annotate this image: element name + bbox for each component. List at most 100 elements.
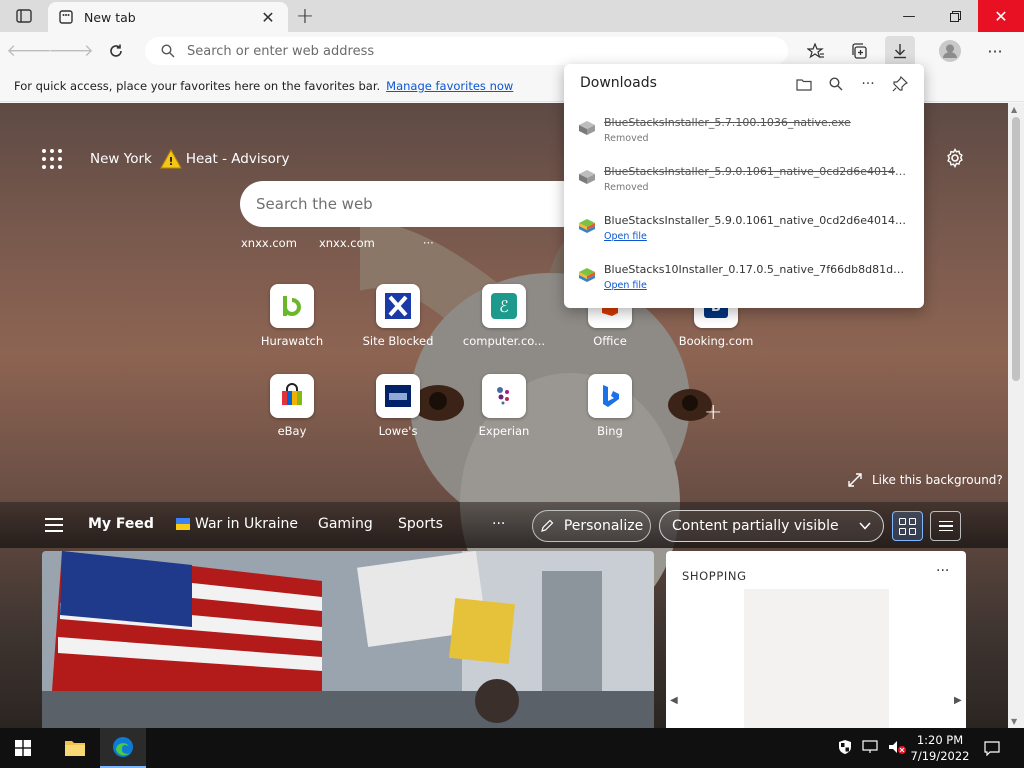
feed-menu-button[interactable] — [45, 518, 63, 532]
weather-location: New York — [90, 151, 152, 167]
carousel-next-button[interactable]: ▶ — [954, 695, 962, 706]
page-scrollbar[interactable]: ▲ ▼ — [1008, 103, 1024, 728]
scroll-up-arrow[interactable]: ▲ — [1011, 105, 1017, 114]
shopping-more-button[interactable]: ··· — [936, 563, 949, 579]
quick-links-more-button[interactable]: ··· — [423, 236, 434, 250]
apps-launcher-button[interactable] — [40, 147, 64, 171]
settings-and-more-button[interactable]: ··· — [980, 36, 1010, 66]
feed-tab-my-feed[interactable]: My Feed — [88, 516, 154, 532]
profile-button[interactable] — [935, 36, 965, 66]
svg-text:ℰ: ℰ — [499, 297, 509, 316]
file-explorer-button[interactable] — [52, 728, 98, 768]
favorites-button[interactable] — [801, 36, 831, 66]
top-site-tile-hurawatch[interactable]: Hurawatch — [242, 284, 342, 348]
edge-icon — [113, 737, 133, 757]
shopping-card[interactable]: SHOPPING ··· ◀ ▶ — [666, 551, 966, 728]
installer-grey-icon — [579, 121, 595, 135]
download-item[interactable]: BlueStacksInstaller_5.7.100.1036_native.… — [578, 114, 912, 158]
downloads-button[interactable] — [885, 36, 915, 66]
list-view-button[interactable] — [930, 511, 961, 541]
feed-tab-sports[interactable]: Sports — [398, 516, 443, 532]
address-bar[interactable]: Search or enter web address — [145, 37, 788, 65]
top-site-tile-ebay[interactable]: eBay — [242, 374, 342, 438]
open-file-link[interactable]: Open file — [604, 280, 647, 291]
restore-icon — [949, 10, 961, 22]
tab-close-icon[interactable]: ✕ — [258, 7, 278, 27]
collections-icon — [852, 43, 867, 59]
content-visibility-dropdown[interactable]: Content partially visible — [659, 510, 884, 542]
download-filename: BlueStacks10Installer_0.17.0.5_native_7f… — [604, 263, 909, 276]
gear-icon — [947, 148, 963, 168]
back-button[interactable]: 🡐 — [6, 36, 52, 66]
clock-time: 1:20 PM — [916, 733, 964, 747]
weather-widget[interactable]: New York ! Heat - Advisory — [90, 147, 289, 171]
weather-alert: Heat - Advisory — [185, 151, 290, 167]
top-site-tile-site-blocked[interactable]: Site Blocked — [348, 284, 448, 348]
tile-label: Bing — [597, 424, 623, 438]
top-site-tile-computer[interactable]: ℰ computer.co... — [454, 284, 554, 348]
search-downloads-button[interactable] — [824, 72, 848, 96]
downloads-more-options-button[interactable]: ··· — [856, 72, 880, 96]
top-site-tile-bing[interactable]: Bing — [560, 374, 660, 438]
download-item[interactable]: BlueStacksInstaller_5.9.0.1061_native_0c… — [578, 163, 912, 207]
refresh-icon — [110, 44, 122, 57]
open-downloads-folder-button[interactable] — [792, 72, 816, 96]
new-tab-button[interactable]: + — [294, 4, 316, 29]
pin-downloads-button[interactable] — [888, 72, 912, 96]
defender-shield-icon[interactable] — [838, 739, 852, 755]
add-site-button[interactable]: + — [704, 400, 722, 425]
collections-button[interactable] — [844, 36, 874, 66]
tile-label: Experian — [478, 424, 530, 438]
open-file-link[interactable]: Open file — [604, 231, 647, 242]
tile-label: Site Blocked — [362, 334, 434, 348]
clock[interactable]: 1:20 PM 7/19/2022 — [900, 732, 980, 764]
manage-favorites-link[interactable]: Manage favorites now — [386, 79, 513, 93]
taskbar: 1:20 PM 7/19/2022 — [0, 728, 1024, 768]
favorites-star-icon — [807, 43, 824, 59]
forward-button[interactable]: 🡒 — [48, 36, 94, 66]
page-settings-button[interactable] — [942, 145, 968, 171]
tile-label: Hurawatch — [260, 334, 324, 348]
feed-tab-gaming[interactable]: Gaming — [318, 516, 373, 532]
like-background-button[interactable]: Like this background? — [848, 473, 1003, 487]
edge-taskbar-button[interactable] — [100, 728, 146, 768]
ukraine-flag-icon — [176, 518, 190, 530]
feed-tab-war-in-ukraine[interactable]: War in Ukraine — [176, 516, 298, 532]
personalize-button[interactable]: Personalize — [532, 510, 651, 542]
web-search-box[interactable]: Search the web — [240, 181, 570, 227]
address-placeholder: Search or enter web address — [187, 43, 375, 59]
minimize-button[interactable]: — — [886, 0, 932, 32]
personalize-label: Personalize — [563, 518, 644, 534]
tab-actions-icon — [16, 9, 32, 23]
clock-date: 7/19/2022 — [910, 749, 970, 763]
shopping-header: SHOPPING — [682, 569, 747, 583]
site-blocked-icon — [376, 284, 420, 328]
download-status: Removed — [604, 133, 649, 144]
notification-center-button[interactable] — [980, 736, 1004, 760]
refresh-button[interactable] — [101, 36, 131, 66]
quick-link[interactable]: xnxx.com — [319, 236, 375, 250]
chevron-down-icon — [859, 522, 871, 530]
close-window-button[interactable]: ✕ — [978, 0, 1024, 32]
notification-icon — [984, 741, 1000, 756]
grid-view-button[interactable] — [892, 511, 923, 541]
scroll-down-arrow[interactable]: ▼ — [1011, 717, 1017, 726]
windows-icon — [15, 740, 31, 756]
top-site-tile-experian[interactable]: Experian — [454, 374, 554, 438]
top-site-tile-lowes[interactable]: Lowe's — [348, 374, 448, 438]
tab-actions-button[interactable] — [8, 4, 40, 28]
scrollbar-thumb[interactable] — [1012, 117, 1020, 381]
expand-icon — [848, 473, 862, 487]
like-background-label: Like this background? — [872, 473, 1003, 487]
feed-more-button[interactable]: ··· — [492, 516, 505, 532]
start-button[interactable] — [0, 728, 46, 768]
restore-button[interactable] — [932, 0, 978, 32]
network-icon[interactable] — [862, 740, 878, 754]
news-hero-card[interactable] — [42, 551, 654, 728]
carousel-prev-button[interactable]: ◀ — [670, 695, 678, 706]
download-item[interactable]: BlueStacksInstaller_5.9.0.1061_native_0c… — [578, 212, 912, 256]
tab-new-tab[interactable]: New tab ✕ — [48, 2, 288, 32]
tab-title: New tab — [84, 9, 136, 25]
download-item[interactable]: BlueStacks10Installer_0.17.0.5_native_7f… — [578, 261, 912, 305]
quick-link[interactable]: xnxx.com — [241, 236, 297, 250]
